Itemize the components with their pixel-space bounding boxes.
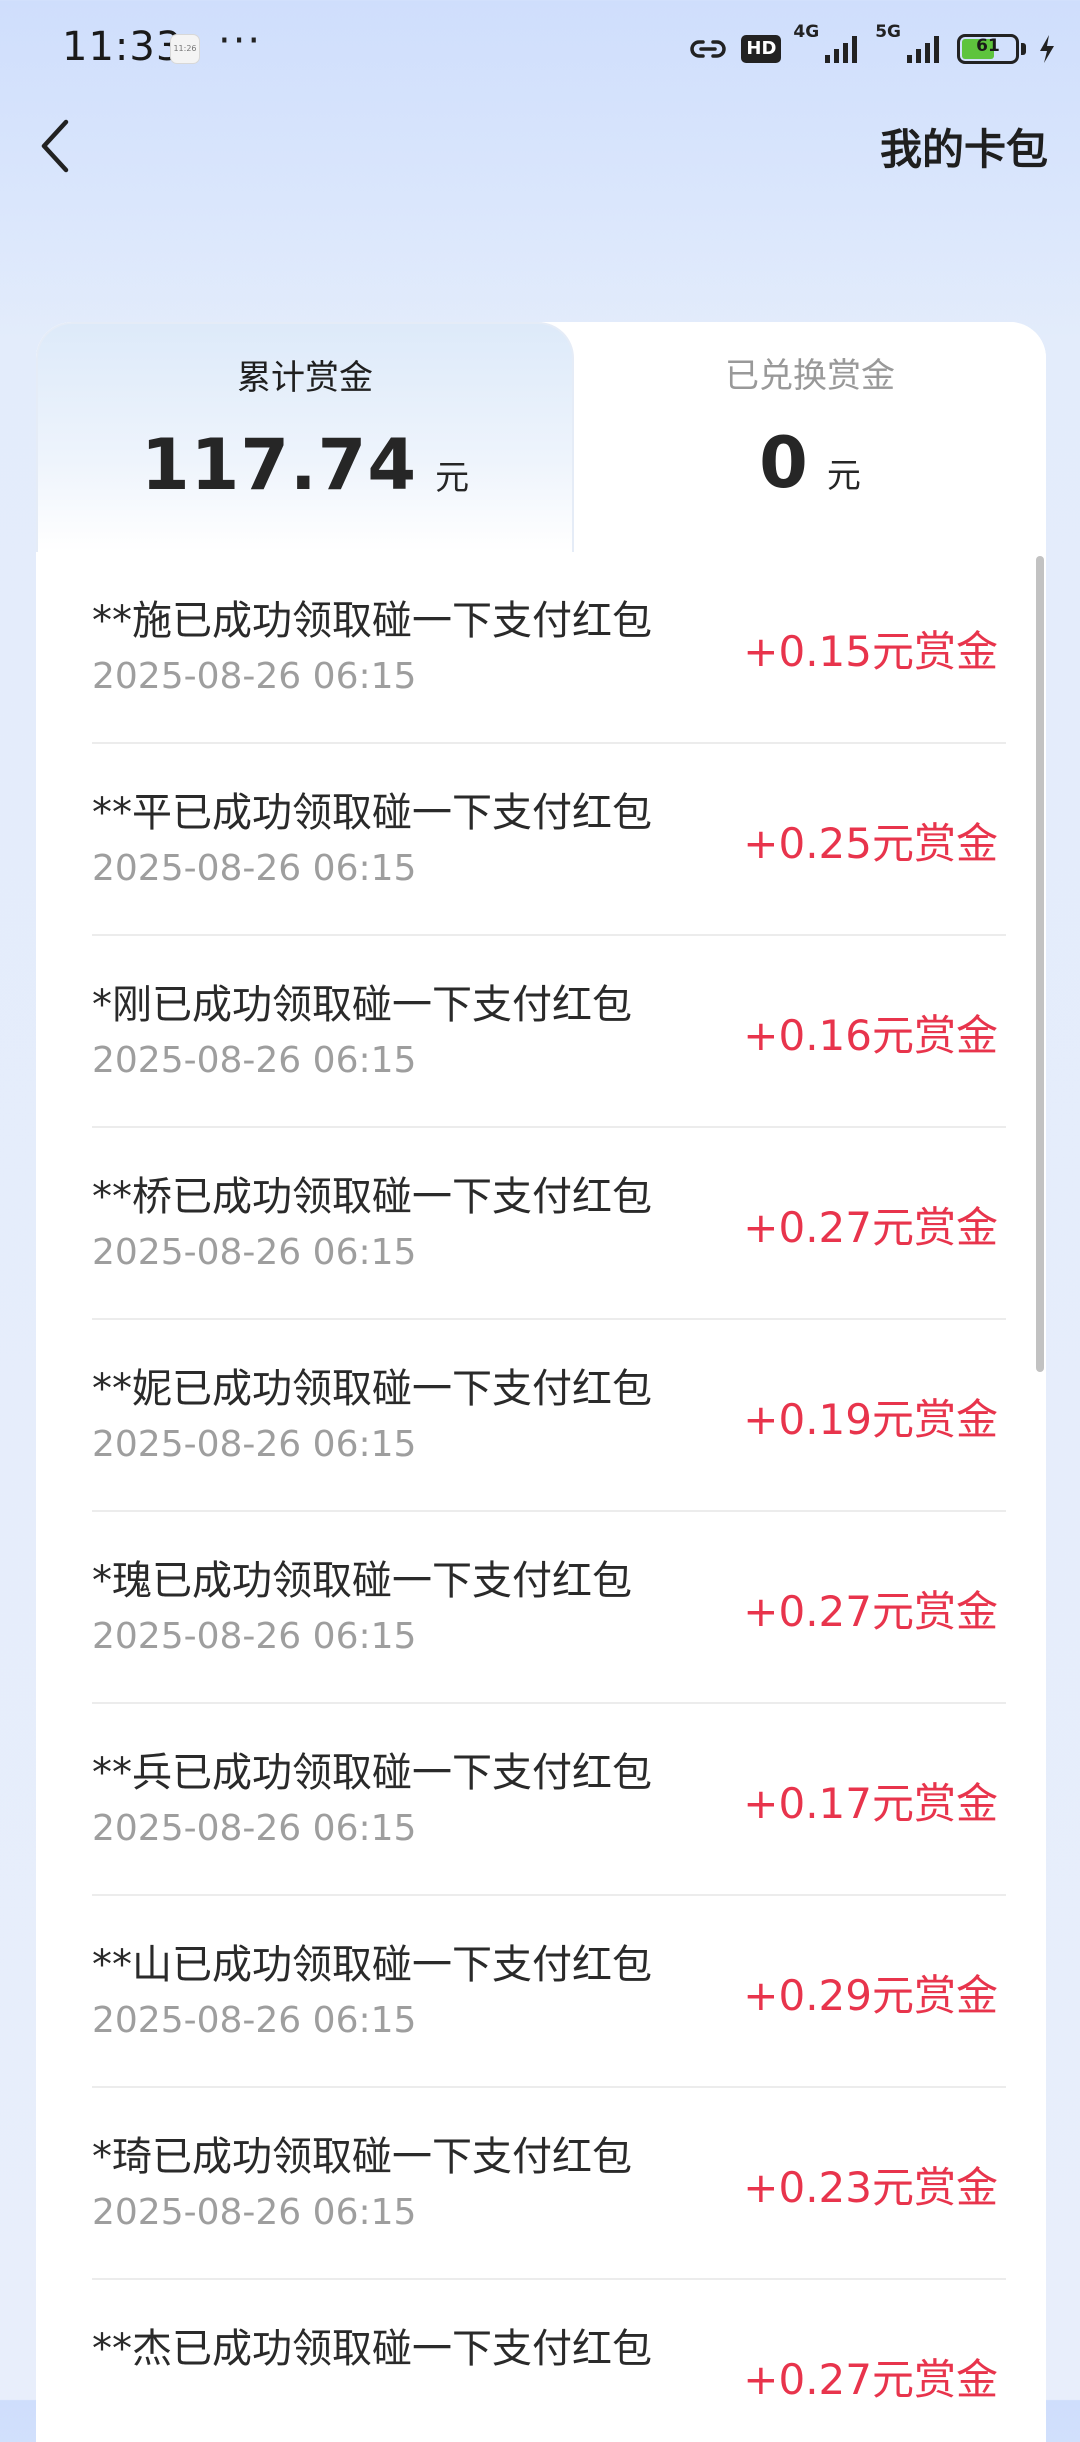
tab-total-reward[interactable]: 累计赏金 117.74 元 (36, 322, 574, 552)
record-title: *琦已成功领取碰一下支付红包 (92, 2134, 632, 2180)
record-amount: +0.29元赏金 (743, 1971, 998, 2020)
record-title: **平已成功领取碰一下支付红包 (92, 790, 652, 836)
status-bar: 11:33 11:26 ··· HD 4G 5G 61 (0, 0, 1080, 96)
notification-app-icon: 11:26 (170, 34, 200, 64)
record-amount: +0.15元赏金 (743, 627, 998, 676)
reward-record-list: **施已成功领取碰一下支付红包 2025-08-26 06:15 +0.15元赏… (36, 552, 1046, 2442)
record-amount: +0.16元赏金 (743, 1011, 998, 1060)
record-time: 2025-08-26 06:15 (92, 2192, 417, 2233)
network-type-4g: 4G (793, 22, 820, 42)
list-item[interactable]: **桥已成功领取碰一下支付红包 2025-08-26 06:15 +0.27元赏… (36, 1128, 1046, 1320)
tab-label: 已兑换赏金 (725, 356, 895, 396)
record-time: 2025-08-26 06:15 (92, 848, 417, 889)
link-icon (690, 40, 727, 58)
record-amount: +0.19元赏金 (743, 1395, 998, 1444)
redeemed-reward-amount: 0 (759, 422, 809, 504)
record-title: **杰已成功领取碰一下支付红包 (92, 2326, 652, 2372)
network-type-5g: 5G (875, 22, 901, 42)
record-title: *刚已成功领取碰一下支付红包 (92, 982, 632, 1028)
record-title: **兵已成功领取碰一下支付红包 (92, 1750, 652, 1796)
record-time: 2025-08-26 06:15 (92, 2000, 417, 2041)
record-amount: +0.17元赏金 (743, 1779, 998, 1828)
hd-voice-icon: HD (741, 35, 782, 63)
record-amount: +0.27元赏金 (743, 1203, 998, 1252)
record-title: **施已成功领取碰一下支付红包 (92, 598, 652, 644)
total-reward-unit: 元 (435, 458, 470, 498)
record-time: 2025-08-26 06:15 (92, 1232, 417, 1273)
chevron-left-icon (41, 119, 69, 173)
charging-bolt-icon (1040, 35, 1054, 63)
redeemed-reward-unit: 元 (826, 456, 861, 496)
record-time: 2025-08-26 06:15 (92, 656, 417, 697)
list-item[interactable]: *琦已成功领取碰一下支付红包 2025-08-26 06:15 +0.23元赏金 (36, 2088, 1046, 2280)
list-item[interactable]: **妮已成功领取碰一下支付红包 2025-08-26 06:15 +0.19元赏… (36, 1320, 1046, 1512)
signal-strength-icon (825, 36, 858, 63)
record-amount: +0.25元赏金 (743, 819, 998, 868)
record-title: **山已成功领取碰一下支付红包 (92, 1942, 652, 1988)
record-time: 2025-08-26 06:15 (92, 1040, 417, 1081)
record-amount: +0.23元赏金 (743, 2163, 998, 2212)
tab-redeemed-reward[interactable]: 已兑换赏金 0 元 (574, 322, 1046, 552)
tab-amount-row: 0 元 (574, 422, 1046, 504)
status-icons: HD 4G 5G 61 (687, 22, 1056, 72)
page-title: 我的卡包 (879, 125, 1048, 174)
list-item[interactable]: *刚已成功领取碰一下支付红包 2025-08-26 06:15 +0.16元赏金 (36, 936, 1046, 1128)
record-time: 2025-08-26 06:15 (92, 1808, 417, 1849)
list-item[interactable]: **施已成功领取碰一下支付红包 2025-08-26 06:15 +0.15元赏… (36, 552, 1046, 744)
battery-tip (1021, 43, 1026, 55)
reward-card: 累计赏金 117.74 元 已兑换赏金 0 元 **施已成功领取碰一下支付红包 … (36, 322, 1046, 2442)
more-notifications-icon: ··· (218, 18, 263, 64)
signal-strength-icon-2 (907, 36, 939, 63)
record-title: **妮已成功领取碰一下支付红包 (92, 1366, 652, 1412)
battery-percent: 61 (976, 36, 1000, 56)
status-time: 11:33 (62, 24, 183, 70)
list-item[interactable]: **兵已成功领取碰一下支付红包 2025-08-26 06:15 +0.17元赏… (36, 1704, 1046, 1896)
list-item[interactable]: **杰已成功领取碰一下支付红包 +0.27元赏金 (36, 2280, 1046, 2442)
record-title: **桥已成功领取碰一下支付红包 (92, 1174, 652, 1220)
total-reward-amount: 117.74 (140, 424, 418, 506)
record-time: 2025-08-26 06:15 (92, 1424, 417, 1465)
tab-amount-row: 117.74 元 (38, 424, 572, 506)
list-item[interactable]: *瑰已成功领取碰一下支付红包 2025-08-26 06:15 +0.27元赏金 (36, 1512, 1046, 1704)
list-scrollbar[interactable] (1036, 556, 1044, 1372)
record-title: *瑰已成功领取碰一下支付红包 (92, 1558, 632, 1604)
tab-label: 累计赏金 (237, 358, 373, 398)
record-amount: +0.27元赏金 (743, 1587, 998, 1636)
record-amount: +0.27元赏金 (743, 2355, 998, 2404)
list-item[interactable]: **山已成功领取碰一下支付红包 2025-08-26 06:15 +0.29元赏… (36, 1896, 1046, 2088)
list-item[interactable]: **平已成功领取碰一下支付红包 2025-08-26 06:15 +0.25元赏… (36, 744, 1046, 936)
record-time: 2025-08-26 06:15 (92, 1616, 417, 1657)
back-button[interactable] (26, 108, 86, 184)
battery-icon: 61 (957, 34, 1019, 64)
